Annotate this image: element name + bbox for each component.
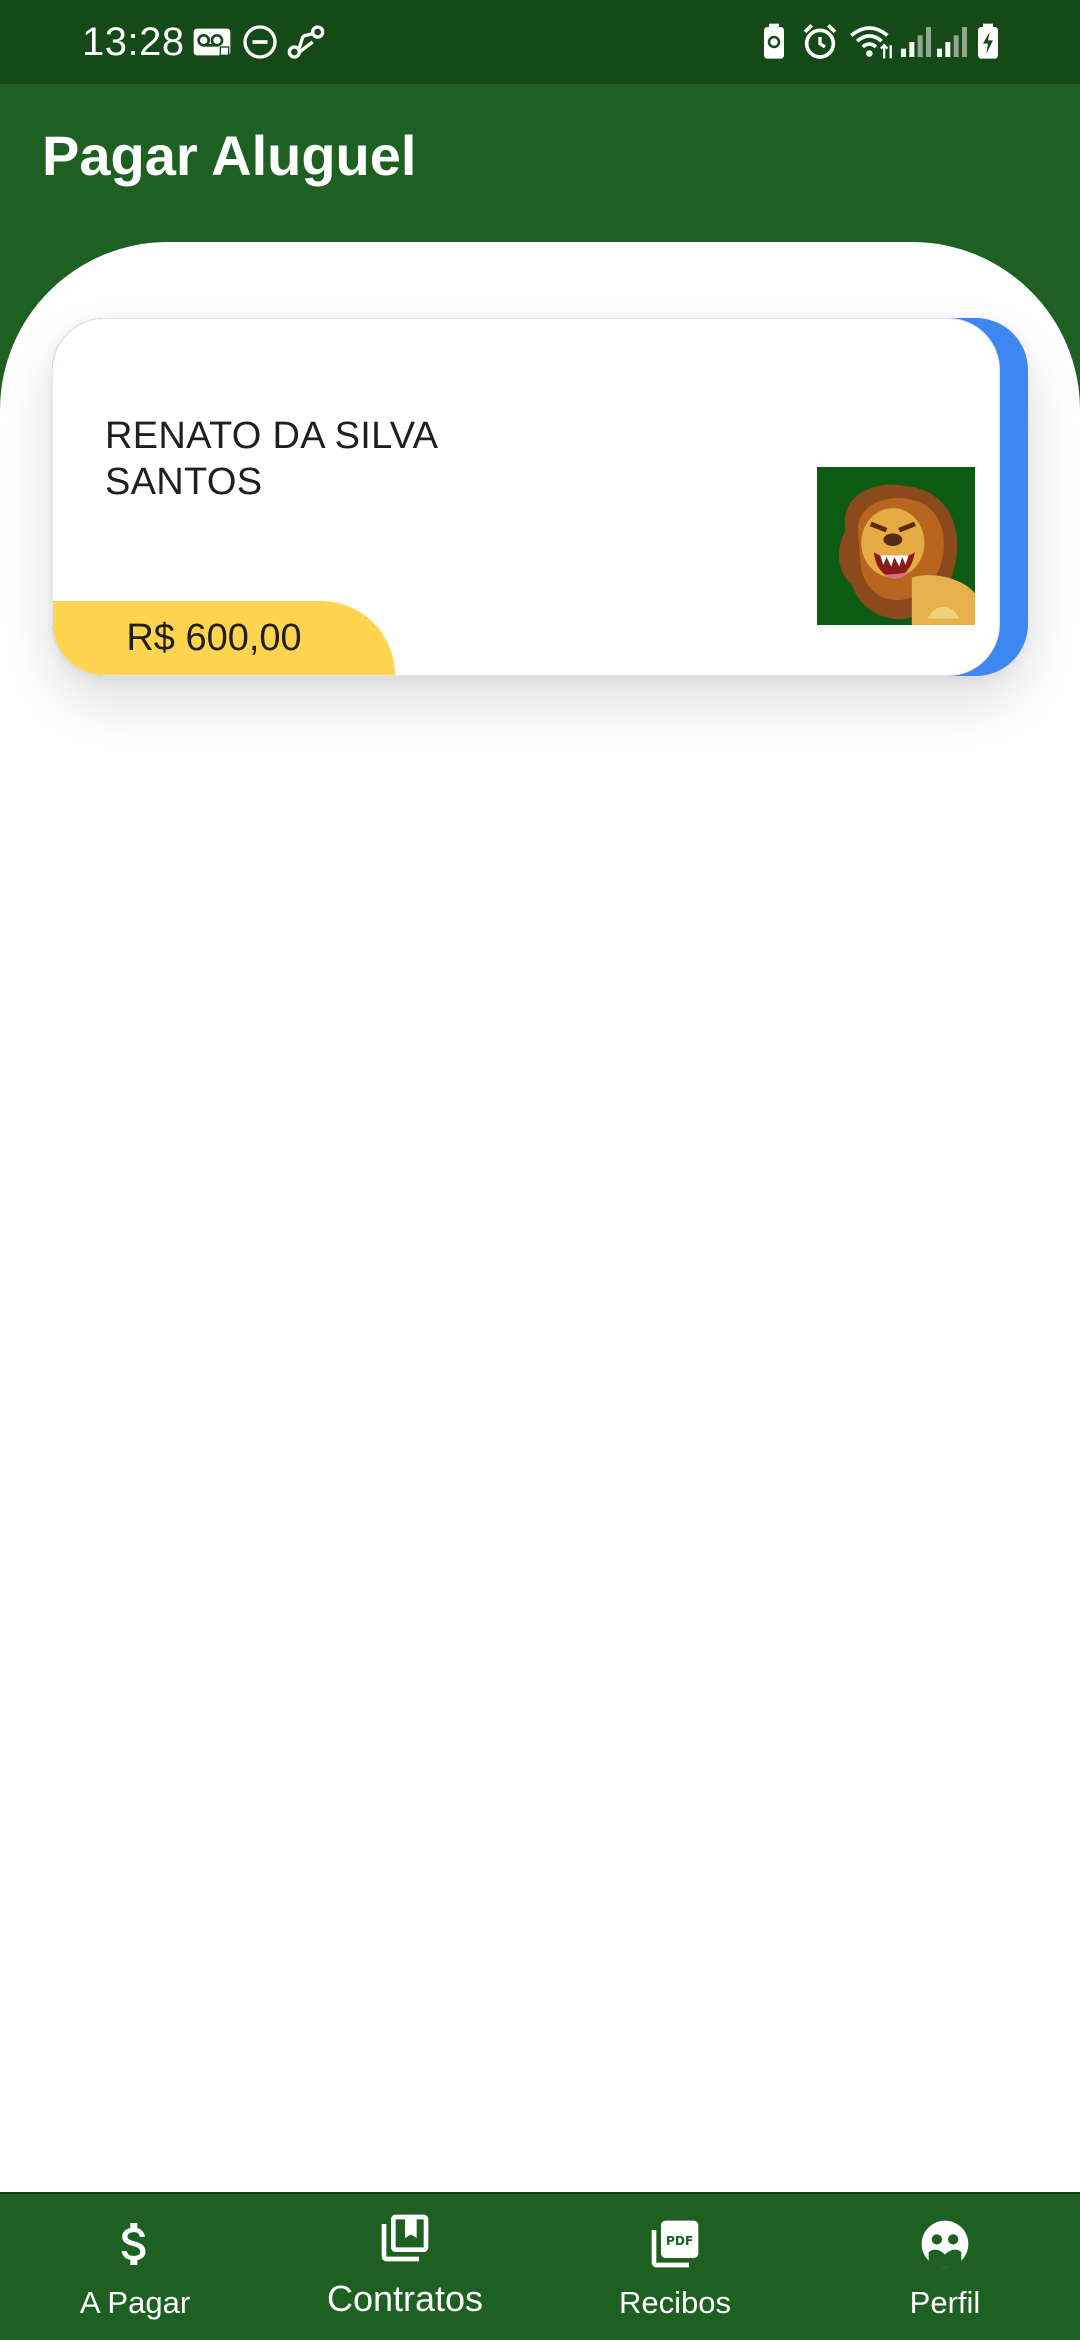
nav-label-contratos: Contratos	[326, 2278, 484, 2319]
svg-text:PDF: PDF	[666, 2234, 693, 2248]
signal-1-icon	[896, 22, 936, 62]
signal-2-icon	[932, 22, 972, 62]
contract-card[interactable]: RENATO DA SILVA SANTOS R$ 600,00	[52, 318, 1028, 676]
status-time: 13:28	[82, 20, 185, 64]
price-badge: R$ 600,00	[53, 601, 395, 675]
nav-item-a-pagar[interactable]: A Pagar	[0, 2194, 270, 2340]
pdf-icon: PDF	[647, 2216, 703, 2272]
nav-label-perfil: Perfil	[909, 2285, 981, 2320]
do-not-disturb-icon	[240, 22, 280, 62]
status-bar: 13:28	[0, 0, 1080, 84]
face-icon	[917, 2216, 973, 2272]
contract-card-body[interactable]: RENATO DA SILVA SANTOS R$ 600,00	[52, 318, 1000, 676]
nav-item-recibos[interactable]: PDF Recibos	[540, 2194, 810, 2340]
nav-item-perfil[interactable]: Perfil	[810, 2194, 1080, 2340]
nav-label-recibos: Recibos	[619, 2285, 731, 2320]
dollar-icon	[107, 2216, 163, 2272]
tenant-name: RENATO DA SILVA SANTOS	[105, 415, 437, 503]
battery-charging-icon	[968, 22, 1008, 62]
nav-label-a-pagar: A Pagar	[79, 2285, 191, 2320]
voicemail-icon	[192, 22, 232, 62]
nav-item-contratos[interactable]: Contratos	[270, 2194, 540, 2340]
library-books-icon	[377, 2210, 433, 2266]
bottom-navigation: A Pagar Contratos PDF Recibos Perfil	[0, 2192, 1080, 2340]
wifi-icon	[848, 22, 894, 62]
alarm-icon	[800, 22, 840, 62]
lion-avatar-icon	[817, 467, 975, 625]
link-icon	[286, 22, 326, 62]
page-title: Pagar Aluguel	[42, 124, 417, 187]
battery-saver-icon	[754, 22, 794, 62]
